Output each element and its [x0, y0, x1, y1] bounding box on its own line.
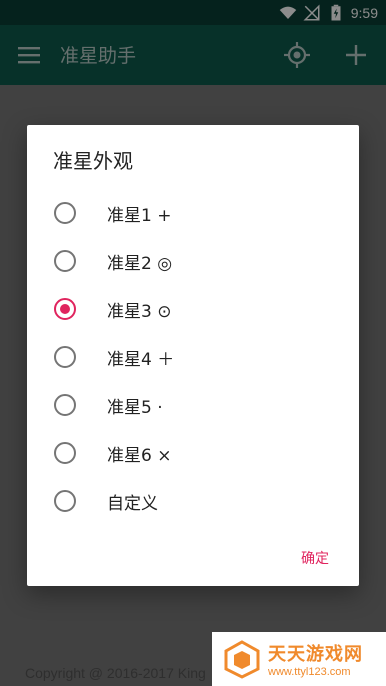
option-custom[interactable]: 自定义 — [27, 477, 359, 525]
radio-button[interactable] — [54, 346, 76, 368]
watermark-logo-icon — [224, 640, 260, 679]
radio-button-checked[interactable] — [54, 298, 76, 320]
crosshair-style-dialog: 准星外观 准星1 + 准星2 ◎ 准星3 ⊙ 准星4 ＋ 准星5 · 准星6 ×… — [27, 125, 359, 586]
watermark-subtitle: www.ttyl123.com — [268, 666, 351, 678]
option-label: 准星1 + — [107, 205, 172, 226]
radio-button[interactable] — [54, 394, 76, 416]
option-crosshair-5[interactable]: 准星5 · — [27, 381, 359, 429]
watermark-title: 天天游戏网 — [268, 644, 363, 665]
radio-button[interactable] — [54, 202, 76, 224]
option-label: 自定义 — [107, 493, 158, 514]
radio-button[interactable] — [54, 490, 76, 512]
option-label: 准星2 ◎ — [107, 253, 173, 274]
dialog-title: 准星外观 — [53, 149, 133, 173]
watermark: 天天游戏网 www.ttyl123.com — [212, 632, 386, 686]
option-crosshair-1[interactable]: 准星1 + — [27, 189, 359, 237]
option-label: 准星5 · — [107, 397, 163, 418]
option-label: 准星6 × — [107, 445, 172, 466]
confirm-button[interactable]: 确定 — [301, 548, 329, 568]
radio-button[interactable] — [54, 442, 76, 464]
option-crosshair-6[interactable]: 准星6 × — [27, 429, 359, 477]
option-crosshair-4[interactable]: 准星4 ＋ — [27, 333, 359, 381]
option-crosshair-2[interactable]: 准星2 ◎ — [27, 237, 359, 285]
option-label: 准星4 ＋ — [107, 349, 175, 370]
option-label: 准星3 ⊙ — [107, 301, 172, 322]
radio-button[interactable] — [54, 250, 76, 272]
option-crosshair-3[interactable]: 准星3 ⊙ — [27, 285, 359, 333]
